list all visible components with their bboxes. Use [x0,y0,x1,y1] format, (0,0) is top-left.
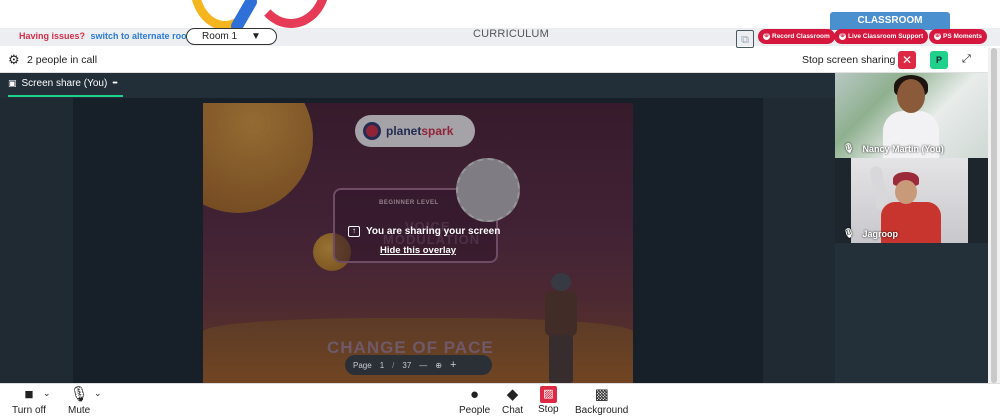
camera-icon: ■ [24,386,34,403]
people-button[interactable]: ● People [459,386,490,417]
tab-screen-share[interactable]: ▣ Screen share (You) ••• [8,78,118,89]
camera-toggle-button[interactable]: ■ Turn off [12,386,46,417]
background-icon: ▩ [594,386,609,403]
record-classroom-button[interactable]: ⊕ Record Classroom [758,29,835,44]
sharing-overlay-dim [203,103,633,383]
plus-circle-icon: ⊕ [763,33,770,40]
issue-banner: Having issues? switch to alternate room [19,31,195,41]
live-support-button[interactable]: ⊕ Live Classroom Support [834,29,929,44]
stop-share-label: Stop [538,404,559,415]
chat-icon: ◆ [506,386,519,403]
record-classroom-label: Record Classroom [772,33,830,40]
mute-button[interactable]: 🎙 Mute [68,386,90,417]
people-label: People [459,405,491,416]
participant-name: Jagroop [862,228,898,239]
sharing-overlay-message: ↑ You are sharing your screen [348,226,508,237]
avatar[interactable]: P [930,51,948,69]
chat-button[interactable]: ◆ Chat [502,386,523,417]
chevron-down-icon[interactable]: ⌄ [94,388,102,399]
share-tabbar: ▣ Screen share (You) ••• [0,73,835,98]
gear-icon[interactable]: ⚙ [8,53,21,66]
live-support-label: Live Classroom Support [848,33,924,40]
logo-arc-red [252,0,330,28]
stop-share-button[interactable]: ▨ Stop [538,386,559,417]
ps-moments-button[interactable]: ⊕ PS Moments [929,29,988,44]
mic-icon: 🎙 [843,228,855,238]
page-label: Page [353,360,372,370]
zoom-out-button[interactable]: — [419,361,427,370]
stop-sharing-label: Stop screen sharing [802,54,896,66]
plus-circle-icon: ⊕ [934,33,941,40]
popout-icon[interactable]: ⧉ [736,30,754,48]
brand-logo [190,0,330,28]
stop-share-icon: ▨ [539,386,557,403]
more-icon[interactable]: ••• [112,80,117,87]
mic-icon: 🎙 [843,143,855,153]
screen-icon: ▣ [8,78,17,88]
zoom-in-button[interactable]: + [450,359,456,371]
participant-tile[interactable]: 🎙 Nancy Martin (You) [835,73,988,158]
page-separator: / [392,360,395,370]
page-navigator: Page 1 / 37 — ⊕ + [345,355,492,375]
sharing-overlay-text: You are sharing your screen [366,226,501,237]
scrollbar[interactable] [988,48,1000,383]
active-tab-indicator [8,95,123,97]
page: Having issues? switch to alternate room … [0,0,1000,417]
ps-moments-label: PS Moments [943,33,983,40]
participant-label: 🎙 Jagroop [843,228,898,239]
background-button[interactable]: ▩ Background [575,386,628,417]
fullscreen-icon[interactable]: ⤢ [962,53,971,66]
tab-screen-share-label: Screen share (You) [21,78,108,89]
people-icon: ● [470,386,480,403]
page-number-input[interactable]: 1 [380,361,384,370]
people-count: 2 people in call [27,54,98,66]
share-screen-icon: ↑ [348,226,360,237]
scrollbar-thumb[interactable] [991,48,997,383]
chevron-down-icon[interactable]: ⌄ [43,388,51,399]
participant-label: 🎙 Nancy Martin (You) [843,143,944,154]
microphone-icon: 🎙 [69,386,89,403]
chat-label: Chat [502,405,524,416]
mute-label: Mute [68,405,91,416]
alternate-room-link[interactable]: switch to alternate room [91,31,195,41]
classroom-tab[interactable]: CLASSROOM [830,12,950,30]
caret-down-icon: ▼ [251,31,261,42]
bottom-toolbar: ■ Turn off ⌄ 🎙 Mute ⌄ ● People ◆ Chat ▨ … [0,383,1000,417]
stop-sharing-button[interactable]: ✕ [898,51,916,69]
background-label: Background [575,405,629,416]
room-select[interactable]: Room 1 ▼ [186,28,277,45]
call-header: ⚙ 2 people in call Stop screen sharing ✕… [0,48,988,73]
participant-name: Nancy Martin (You) [862,143,944,154]
page-total: 37 [402,360,412,370]
issue-text: Having issues? [19,31,86,41]
presentation-slide: planetspark BEGINNER LEVEL VOICE MODULAT… [203,103,633,383]
plus-circle-icon: ⊕ [839,33,846,40]
curriculum-tab[interactable]: CURRICULUM [473,28,549,40]
camera-toggle-label: Turn off [12,405,46,416]
zoom-icon[interactable]: ⊕ [435,361,442,370]
participants-panel: 🎙 Nancy Martin (You) 🎙 Jagroop [835,73,988,383]
participant-tile[interactable]: 🎙 Jagroop [835,158,988,243]
hide-overlay-link[interactable]: Hide this overlay [380,245,456,256]
room-select-value: Room 1 [202,31,238,42]
